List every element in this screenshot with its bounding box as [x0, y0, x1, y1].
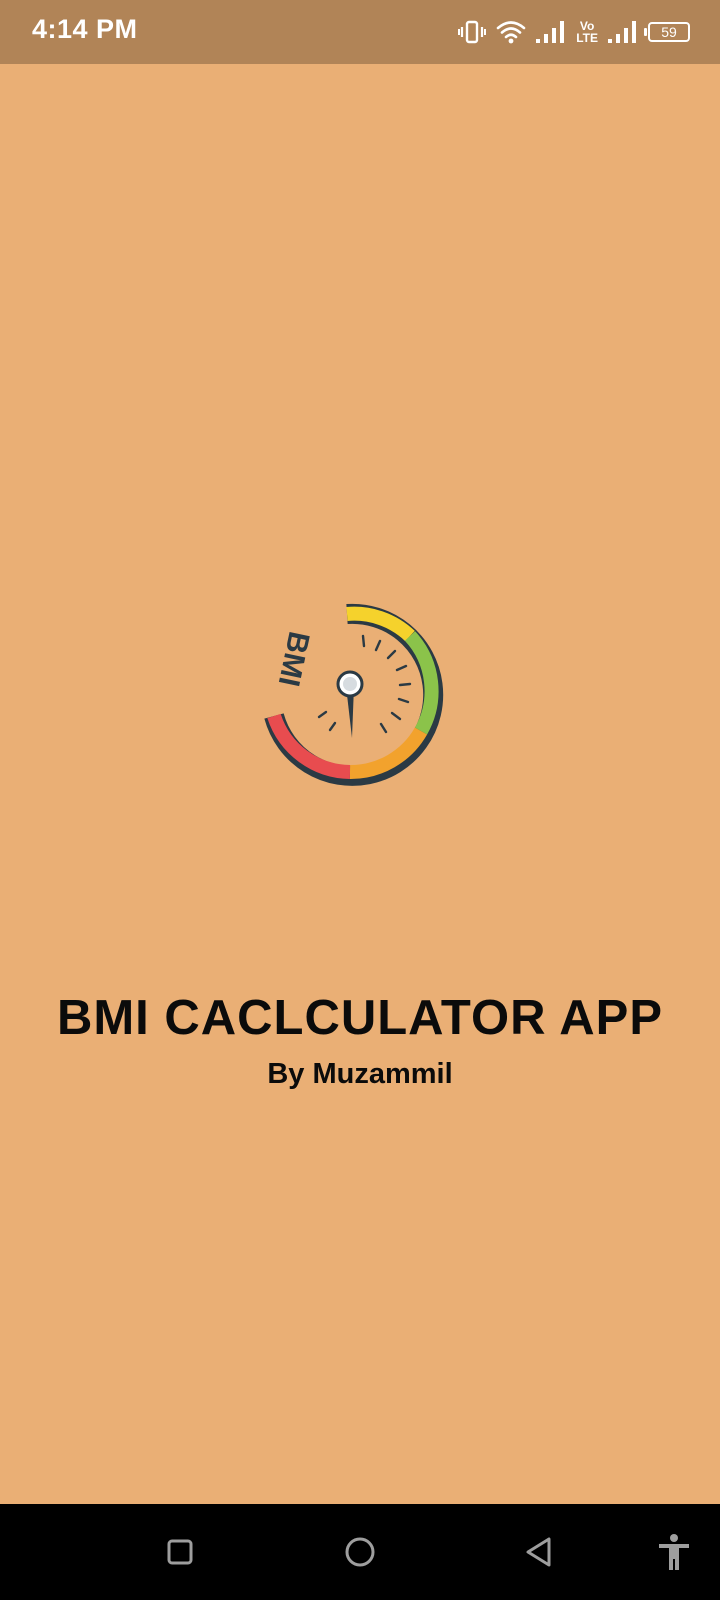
accessibility-button[interactable] [654, 1532, 694, 1572]
back-triangle-icon [526, 1537, 551, 1567]
bmi-gauge-logo: BMI [264, 603, 444, 786]
circle-icon [345, 1537, 375, 1567]
back-button[interactable] [520, 1532, 560, 1572]
status-bar: 4:14 PM Vo LTE 59 [0, 0, 720, 64]
navigation-bar [0, 1504, 720, 1600]
accessibility-icon [659, 1534, 689, 1570]
logo-text: BMI [272, 629, 316, 690]
battery-icon: 59 [644, 22, 690, 42]
splash-screen: BMI BMI CACLCULATOR APP By Muzammil [0, 64, 720, 1504]
wifi-icon [496, 19, 526, 45]
home-button[interactable] [340, 1532, 380, 1572]
signal-icon [608, 20, 638, 44]
app-author: By Muzammil [267, 1058, 453, 1090]
square-icon [167, 1539, 193, 1565]
app-title: BMI CACLCULATOR APP [56, 991, 664, 1045]
signal-icon [536, 20, 566, 44]
recents-button[interactable] [160, 1532, 200, 1572]
volte-icon: Vo LTE [576, 20, 598, 44]
vibrate-icon [458, 19, 487, 45]
status-time: 4:14 PM [32, 14, 138, 44]
volte-bottom: LTE [576, 31, 598, 45]
status-icons: Vo LTE 59 [458, 17, 690, 47]
